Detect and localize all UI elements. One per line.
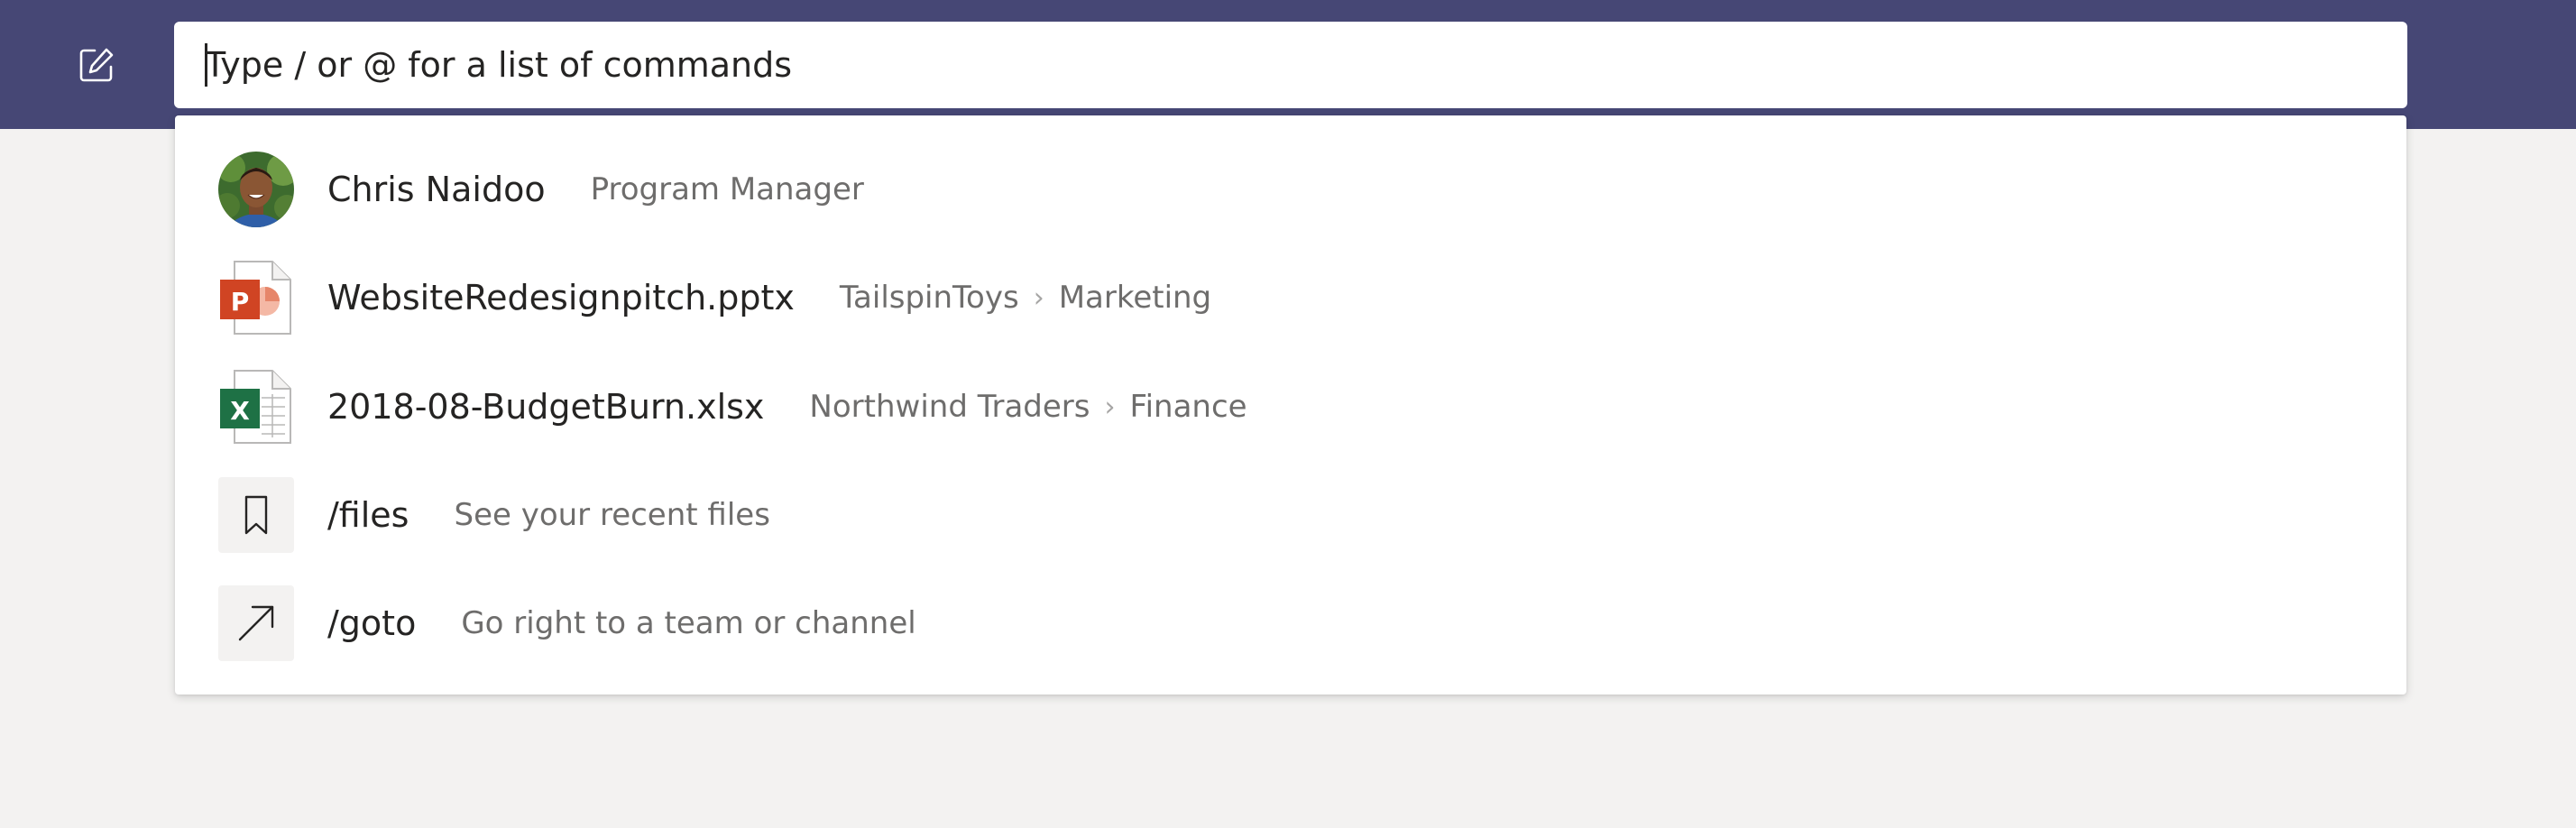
compose-icon <box>79 48 114 82</box>
command-box[interactable] <box>174 22 2407 108</box>
file-name: WebsiteRedesignpitch.pptx <box>327 278 795 317</box>
team-name: Northwind Traders <box>809 389 1090 425</box>
suggestion-file-xlsx[interactable]: X 2018-08-BudgetBurn.xlsx Northwind Trad… <box>175 353 2406 461</box>
file-name: 2018-08-BudgetBurn.xlsx <box>327 387 765 427</box>
suggestion-command-files[interactable]: /files See your recent files <box>175 461 2406 569</box>
powerpoint-file-icon: P <box>218 260 294 336</box>
suggestion-file-pptx[interactable]: P WebsiteRedesignpitch.pptx TailspinToys… <box>175 244 2406 352</box>
text-caret <box>205 43 207 87</box>
person-avatar-icon <box>218 152 294 227</box>
command-description: See your recent files <box>454 497 770 533</box>
command-name: /files <box>327 495 409 535</box>
person-name: Chris Naidoo <box>327 170 546 209</box>
compose-button[interactable] <box>63 36 130 94</box>
command-description: Go right to a team or channel <box>461 605 916 641</box>
channel-name: Marketing <box>1058 280 1212 316</box>
avatar <box>218 152 294 227</box>
command-icon-tile <box>218 477 294 553</box>
arrow-up-right-icon <box>218 585 294 661</box>
file-location: TailspinToys › Marketing <box>840 280 1211 316</box>
command-name: /goto <box>327 603 417 643</box>
excel-file-icon: X <box>218 369 294 445</box>
suggestion-command-goto[interactable]: /goto Go right to a team or channel <box>175 569 2406 677</box>
command-icon-tile <box>218 585 294 661</box>
suggestion-person[interactable]: Chris Naidoo Program Manager <box>175 135 2406 244</box>
person-title: Program Manager <box>590 171 864 207</box>
suggestions-dropdown: Chris Naidoo Program Manager P WebsiteRe… <box>175 115 2406 695</box>
svg-text:P: P <box>231 287 250 317</box>
chevron-right-icon: › <box>1104 391 1116 423</box>
top-bar <box>0 0 2576 129</box>
channel-name: Finance <box>1129 389 1247 425</box>
file-location: Northwind Traders › Finance <box>809 389 1247 425</box>
svg-text:X: X <box>230 396 250 426</box>
search-input[interactable] <box>205 22 2407 108</box>
team-name: TailspinToys <box>839 280 1019 316</box>
chevron-right-icon: › <box>1033 281 1044 314</box>
bookmark-icon <box>218 477 294 553</box>
